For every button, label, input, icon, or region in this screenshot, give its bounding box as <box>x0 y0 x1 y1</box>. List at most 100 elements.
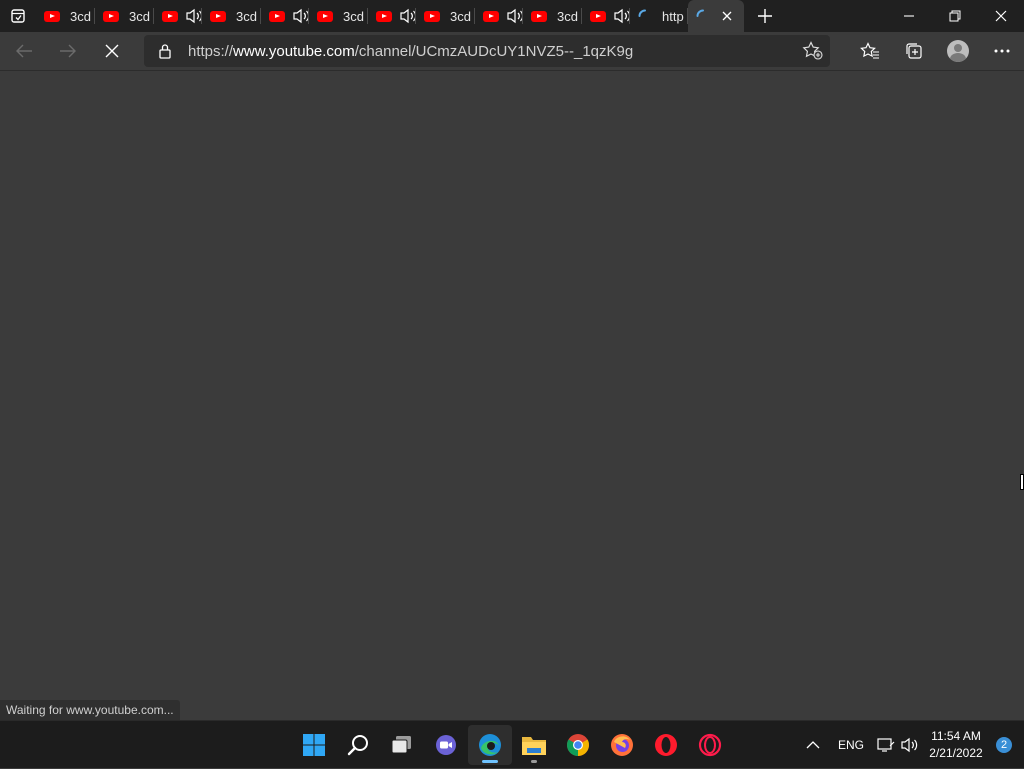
add-favorite-icon[interactable] <box>802 41 824 61</box>
mouse-cursor <box>1020 474 1024 490</box>
tab-title: 3cd <box>343 8 364 24</box>
opera-gx-icon <box>698 733 722 757</box>
youtube-favicon-icon <box>210 10 226 22</box>
restore-icon <box>949 10 961 22</box>
forward-button[interactable] <box>48 35 88 67</box>
address-bar[interactable]: https://www.youtube.com/channel/UCmzAUDc… <box>144 35 830 67</box>
tab-title: http <box>662 8 684 24</box>
minimize-button[interactable] <box>886 0 932 32</box>
arrow-left-icon <box>16 44 32 58</box>
browser-toolbar: https://www.youtube.com/channel/UCmzAUDc… <box>0 32 1024 71</box>
tab-title: 3cd <box>557 8 578 24</box>
firefox-icon <box>611 734 633 756</box>
tab[interactable] <box>368 0 416 32</box>
youtube-favicon-icon <box>483 10 499 22</box>
start-button[interactable] <box>292 725 336 765</box>
tab-strip: 3cd 3cd 3cd 3cd 3cd 3cd http <box>0 0 1024 32</box>
file-explorer-button[interactable] <box>512 725 556 765</box>
task-view-icon <box>391 736 411 754</box>
more-horizontal-icon <box>994 49 1010 53</box>
opera-button[interactable] <box>644 725 688 765</box>
settings-more-button[interactable] <box>980 33 1024 69</box>
chrome-button[interactable] <box>556 725 600 765</box>
folder-icon <box>522 737 546 755</box>
back-button[interactable] <box>4 35 44 67</box>
speaker-icon[interactable] <box>507 8 523 24</box>
plus-icon <box>758 9 772 23</box>
clock-date: 2/21/2022 <box>929 746 983 760</box>
system-tray: ENG 11:54 AM 2/21/2022 2 <box>798 721 1024 769</box>
language-indicator[interactable]: ENG <box>828 725 874 765</box>
opera-gx-button[interactable] <box>688 725 732 765</box>
url-host: www.youtube.com <box>233 42 355 60</box>
speaker-icon <box>901 737 918 753</box>
show-hidden-icons-button[interactable] <box>798 725 828 765</box>
close-tab-icon[interactable] <box>720 9 734 23</box>
collections-icon <box>906 43 922 59</box>
taskbar-apps <box>292 721 732 769</box>
tab-title: 3cd <box>450 8 471 24</box>
taskbar: ENG 11:54 AM 2/21/2022 2 <box>0 720 1024 768</box>
clock-button[interactable]: 11:54 AM 2/21/2022 <box>926 725 986 765</box>
close-window-button[interactable] <box>978 0 1024 32</box>
favorites-button[interactable] <box>848 33 892 69</box>
youtube-favicon-icon <box>531 10 547 22</box>
edge-button[interactable] <box>468 725 512 765</box>
edge-icon <box>479 734 501 756</box>
speaker-icon[interactable] <box>293 8 309 24</box>
opera-icon <box>655 734 677 756</box>
collections-button[interactable] <box>892 33 936 69</box>
youtube-favicon-icon <box>44 10 60 22</box>
network-button[interactable] <box>874 725 898 765</box>
tab[interactable]: http <box>630 0 688 32</box>
windows-logo-icon <box>303 734 325 756</box>
clock-time: 11:54 AM <box>931 729 981 743</box>
active-indicator <box>482 760 498 763</box>
loading-spinner-icon <box>696 9 704 17</box>
tab-list: 3cd 3cd 3cd 3cd 3cd 3cd http <box>36 0 744 32</box>
window-controls <box>886 0 1024 32</box>
avatar <box>947 40 969 62</box>
network-icon <box>877 738 895 752</box>
lock-icon[interactable] <box>158 43 172 59</box>
tab[interactable]: 3cd <box>523 0 582 32</box>
close-icon <box>995 10 1007 22</box>
url-text[interactable]: https://www.youtube.com/channel/UCmzAUDc… <box>188 43 633 60</box>
tab[interactable] <box>582 0 630 32</box>
chevron-up-icon <box>806 741 820 749</box>
tab[interactable] <box>154 0 202 32</box>
restore-button[interactable] <box>932 0 978 32</box>
tab[interactable] <box>475 0 523 32</box>
tab-title: 3cd <box>70 8 91 24</box>
teams-chat-button[interactable] <box>424 725 468 765</box>
volume-button[interactable] <box>898 725 922 765</box>
notification-badge[interactable]: 2 <box>996 737 1012 753</box>
tab[interactable]: 3cd <box>36 0 95 32</box>
minimize-icon <box>904 15 914 17</box>
stop-loading-button[interactable] <box>92 35 132 67</box>
tab[interactable]: 3cd <box>416 0 475 32</box>
youtube-favicon-icon <box>103 10 119 22</box>
tab-actions-menu-button[interactable] <box>0 0 36 32</box>
tab[interactable]: 3cd <box>95 0 154 32</box>
firefox-button[interactable] <box>600 725 644 765</box>
profile-button[interactable] <box>936 33 980 69</box>
speaker-icon[interactable] <box>186 8 202 24</box>
tab[interactable]: 3cd <box>202 0 261 32</box>
teams-icon <box>436 735 456 755</box>
youtube-favicon-icon <box>162 10 178 22</box>
search-button[interactable] <box>336 725 380 765</box>
url-scheme: https:// <box>188 42 234 60</box>
toolbar-right <box>848 32 1024 70</box>
tab[interactable]: 3cd <box>309 0 368 32</box>
page-content: Waiting for www.youtube.com... <box>0 71 1024 720</box>
tab-active[interactable] <box>688 0 744 32</box>
arrow-right-icon <box>60 44 76 58</box>
task-view-button[interactable] <box>380 725 424 765</box>
tab-actions-icon <box>11 9 25 23</box>
speaker-icon[interactable] <box>614 8 630 24</box>
tab[interactable] <box>261 0 309 32</box>
speaker-icon[interactable] <box>400 8 416 24</box>
youtube-favicon-icon <box>269 10 285 22</box>
new-tab-button[interactable] <box>750 0 780 32</box>
